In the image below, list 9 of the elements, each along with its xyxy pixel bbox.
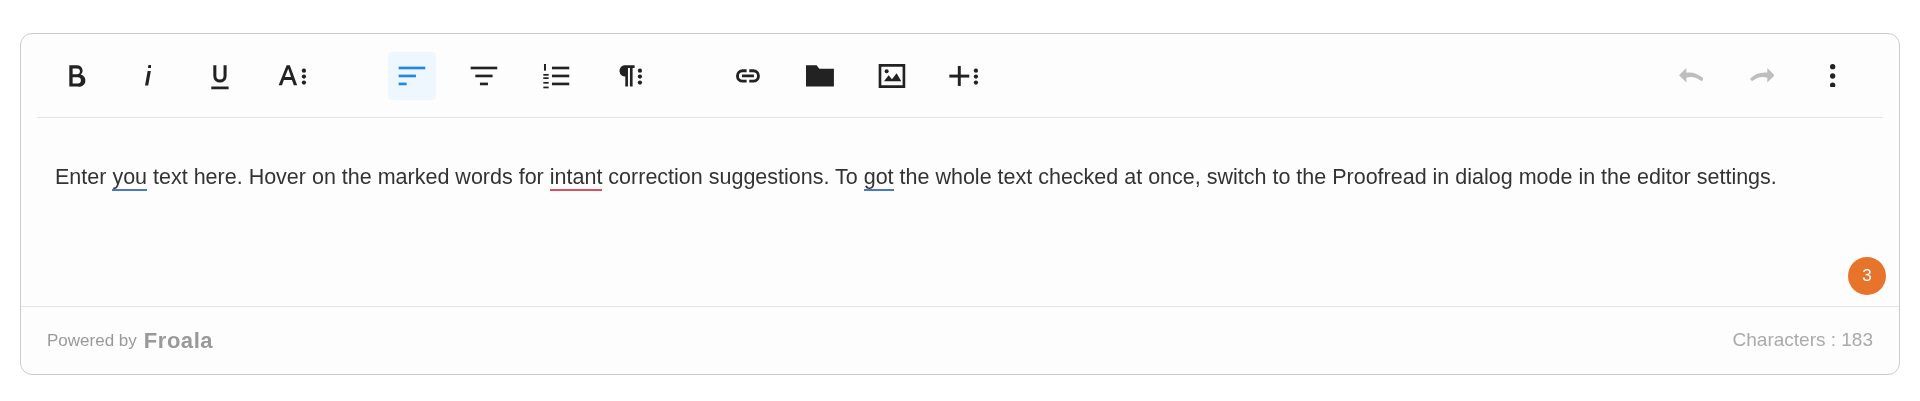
redo-icon <box>1749 68 1775 83</box>
powered-by-text: Powered by <box>47 329 137 352</box>
undo-icon <box>1678 68 1704 83</box>
more-icon <box>1830 63 1836 88</box>
italic-icon <box>144 65 152 86</box>
issue-count-badge[interactable]: 3 <box>1848 257 1886 295</box>
froala-logo[interactable]: Froala <box>143 324 214 357</box>
character-counter: Characters : 183 <box>1732 328 1873 353</box>
editor-text[interactable]: Enter you text here. Hover on the marked words for intant correction suggestions. To got the whole text checked at once, switch to the Proofread in dialog mode in the editor settings. <box>21 159 1899 196</box>
